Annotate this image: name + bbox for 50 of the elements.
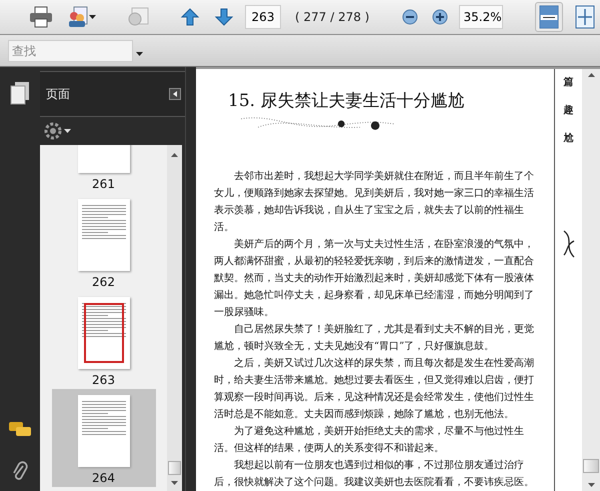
pages-icon[interactable]	[10, 81, 30, 105]
side-heading-char: 趣	[564, 104, 574, 117]
caret-icon	[136, 52, 143, 56]
comments-icon[interactable]	[8, 421, 32, 439]
thumbnail-item[interactable]: 261	[52, 145, 156, 193]
scroll-down-icon	[588, 483, 594, 487]
flourish-ornament-icon	[562, 229, 576, 259]
scrollbar-thumb[interactable]	[168, 461, 181, 475]
page-number: 261	[92, 177, 115, 191]
side-heading-char: 篇	[564, 76, 574, 89]
thumbnail-item[interactable]: 264	[52, 389, 156, 487]
page-count: ( 277 / 278 )	[295, 10, 370, 24]
options-button[interactable]	[44, 122, 71, 140]
body-paragraph: 美妍产后的两个月，第一次与丈夫过性生活，在卧室浪漫的气氛中，两人都满怀甜蜜，从最初的轻轻爱抚亲吻，到后来的激情迸发，一直配合默契。然而，当丈夫的动作开始激烈起来时，美妍却感觉下体有一股液体漏出。她急忙叫停丈夫，起身察看，却见床单已经濡湿，而她分明闻到了一股尿骚味。	[214, 238, 535, 320]
up-arrow-icon	[180, 7, 200, 27]
find-field[interactable]: 查找	[8, 40, 133, 62]
page-number: 264	[92, 471, 115, 485]
chapter-title: 15. 尿失禁让夫妻生活十分尴尬	[228, 90, 466, 112]
zoom-field[interactable]: 35.2%	[459, 5, 503, 29]
body-paragraph: 为了避免这种尴尬，美妍开始拒绝丈夫的需求，尽量不与他过性生活。但这样的结果，使两人的关系变得不和谐起来。	[214, 424, 525, 456]
body-paragraph: 我想起以前有一位朋友也遇到过相似的事，不过那位朋友通过治疗后，很快就解决了这个问题。我建议美妍也去医院看看，不要讳疾忌医。	[214, 458, 535, 490]
side-heading-char: 尬	[564, 132, 574, 145]
zoom-out-icon	[402, 9, 418, 25]
panel-title: 页面	[46, 86, 70, 102]
gear-icon	[44, 122, 62, 140]
people-document-icon	[67, 6, 89, 28]
zoom-in-icon	[432, 9, 448, 25]
page-number-field[interactable]: 263	[245, 5, 281, 29]
scroll-down-icon	[171, 481, 178, 485]
left-triangle-icon	[173, 91, 177, 97]
down-arrow-icon	[214, 7, 234, 27]
caret-icon	[89, 15, 96, 19]
thumbnail-item[interactable]: 262	[52, 193, 156, 291]
thumbnail-item[interactable]: 263	[52, 291, 156, 389]
scrollbar[interactable]	[167, 145, 182, 491]
page-number: 262	[92, 275, 115, 289]
scroll-up-icon	[588, 73, 594, 77]
fit-width-button[interactable]	[534, 2, 563, 32]
body-paragraph: 自己居然尿失禁了！美妍脸红了，尤其是看到丈夫不解的目光，更觉尴尬，顿时兴致全无，丈夫见她没有“胃口”了，只好偃旗息鼓。	[214, 322, 535, 354]
caret-icon	[64, 129, 71, 133]
fit-width-icon	[538, 5, 560, 29]
body-paragraph: 之后，美妍又试过几次这样的尿失禁，而且每次都是发生在性爱高潮时，给夫妻生活带来尴尬。她想过要去看医生，但又觉得难以启齿，便打算观察一段时间再说。后来，见这种情况还是会经常发生，使他们过性生活时总是不能如意。丈夫因而感到烦躁，她除了尴尬，也别无他法。	[214, 356, 535, 422]
scrollbar-thumb[interactable]	[583, 459, 599, 473]
collapse-button[interactable]	[169, 88, 181, 100]
body-paragraph: 去邻市出差时，我想起大学同学美妍就住在附近，而且半年前生了个女儿，便顺路到她家去探望她。见到美妍后，我对她一家三口的幸福生活表示羡慕，她却告诉我说，自从生了宝宝之后，就失去了以前的性福生活。	[214, 170, 535, 235]
scrollbar[interactable]	[582, 69, 600, 491]
printer-icon	[29, 6, 53, 28]
paperclip-icon[interactable]	[12, 461, 28, 483]
page-number: 263	[92, 373, 115, 387]
scroll-up-icon	[171, 153, 178, 157]
